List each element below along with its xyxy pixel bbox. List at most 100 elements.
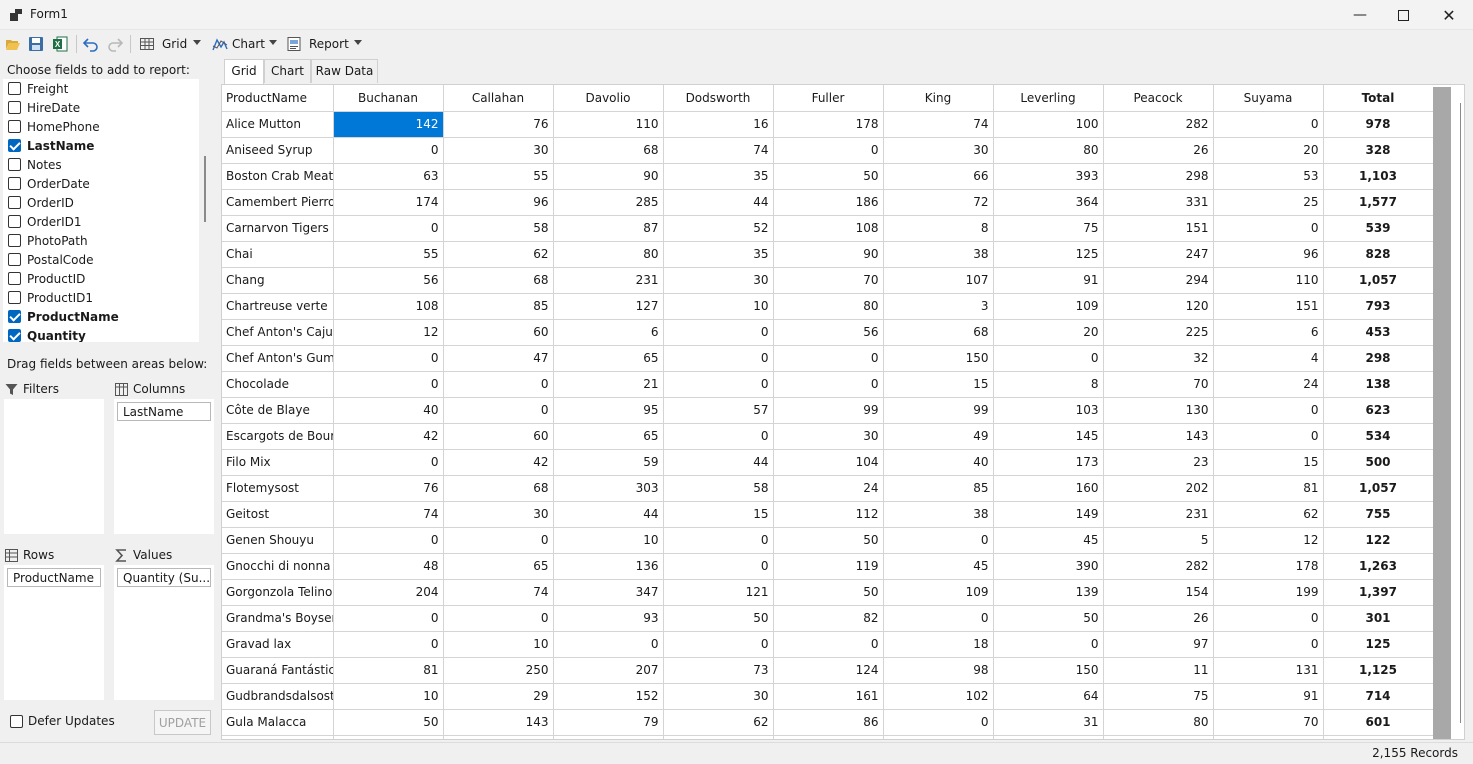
grid-scrollbar-thumb[interactable] bbox=[1433, 87, 1451, 739]
value-cell[interactable]: 26 bbox=[1103, 605, 1214, 632]
row-header-cell[interactable]: Chai bbox=[222, 241, 334, 268]
value-cell[interactable]: 68 bbox=[443, 475, 554, 502]
value-cell[interactable]: 91 bbox=[1213, 683, 1324, 710]
field-item[interactable]: OrderID1 bbox=[3, 212, 193, 231]
value-cell[interactable]: 117 bbox=[773, 735, 884, 739]
value-cell[interactable]: 0 bbox=[333, 371, 444, 398]
value-cell[interactable]: 196 bbox=[553, 735, 664, 739]
value-cell[interactable]: 298 bbox=[1103, 163, 1214, 190]
excel-export-icon[interactable]: X bbox=[52, 36, 68, 52]
column-header[interactable]: Peacock bbox=[1103, 85, 1214, 112]
report-dropdown-icon[interactable] bbox=[354, 40, 362, 45]
grid-menu-label[interactable]: Grid bbox=[162, 37, 187, 51]
total-cell[interactable]: 539 bbox=[1323, 215, 1434, 242]
field-item[interactable]: LastName bbox=[3, 136, 193, 155]
value-cell[interactable]: 62 bbox=[443, 241, 554, 268]
value-cell[interactable]: 4 bbox=[1213, 345, 1324, 372]
value-cell[interactable]: 50 bbox=[773, 163, 884, 190]
value-cell[interactable]: 45 bbox=[993, 527, 1104, 554]
report-menu-label[interactable]: Report bbox=[309, 37, 349, 51]
field-item[interactable]: ProductID bbox=[3, 269, 193, 288]
row-header-cell[interactable]: Carnarvon Tigers bbox=[222, 215, 334, 242]
value-cell[interactable]: 20 bbox=[1213, 137, 1324, 164]
value-cell[interactable]: 161 bbox=[773, 683, 884, 710]
value-cell[interactable]: 65 bbox=[443, 553, 554, 580]
value-cell[interactable]: 30 bbox=[443, 501, 554, 528]
value-cell[interactable]: 0 bbox=[333, 527, 444, 554]
chart-menu-label[interactable]: Chart bbox=[232, 37, 265, 51]
value-cell[interactable]: 0 bbox=[1213, 215, 1324, 242]
value-cell[interactable]: 96 bbox=[1213, 241, 1324, 268]
value-cell[interactable]: 59 bbox=[553, 449, 664, 476]
value-cell[interactable]: 73 bbox=[663, 657, 774, 684]
value-cell[interactable]: 95 bbox=[883, 735, 994, 739]
value-cell[interactable]: 62 bbox=[1213, 501, 1324, 528]
value-cell[interactable]: 47 bbox=[443, 345, 554, 372]
value-cell[interactable]: 108 bbox=[993, 735, 1104, 739]
value-cell[interactable]: 55 bbox=[333, 241, 444, 268]
field-item[interactable]: PhotoPath bbox=[3, 231, 193, 250]
value-cell[interactable]: 130 bbox=[1103, 397, 1214, 424]
value-cell[interactable]: 0 bbox=[993, 345, 1104, 372]
value-cell[interactable]: 93 bbox=[553, 605, 664, 632]
value-cell[interactable]: 0 bbox=[663, 345, 774, 372]
value-cell[interactable]: 282 bbox=[1103, 553, 1214, 580]
field-item[interactable]: HomePhone bbox=[3, 117, 193, 136]
columns-field-chip[interactable]: LastName bbox=[117, 402, 211, 421]
chart-dropdown-icon[interactable] bbox=[269, 40, 277, 45]
value-cell[interactable]: 98 bbox=[883, 657, 994, 684]
value-cell[interactable]: 44 bbox=[663, 449, 774, 476]
value-cell[interactable]: 154 bbox=[1103, 579, 1214, 606]
value-cell[interactable]: 131 bbox=[1213, 657, 1324, 684]
tab-grid[interactable]: Grid bbox=[224, 59, 264, 84]
value-cell[interactable]: 11 bbox=[1103, 657, 1214, 684]
value-cell[interactable]: 139 bbox=[993, 579, 1104, 606]
value-cell[interactable]: 6 bbox=[553, 319, 664, 346]
value-cell[interactable]: 85 bbox=[883, 475, 994, 502]
field-checkbox[interactable] bbox=[8, 253, 21, 266]
value-cell[interactable]: 75 bbox=[1103, 683, 1214, 710]
value-cell[interactable]: 82 bbox=[773, 605, 884, 632]
defer-updates-checkbox[interactable]: Defer Updates bbox=[10, 714, 115, 728]
filters-area[interactable] bbox=[4, 399, 104, 534]
value-cell[interactable]: 0 bbox=[443, 397, 554, 424]
column-header[interactable]: Buchanan bbox=[333, 85, 444, 112]
row-header-cell[interactable]: Gudbrandsdalsost bbox=[222, 683, 334, 710]
value-cell[interactable]: 31 bbox=[993, 709, 1104, 736]
value-cell[interactable]: 0 bbox=[1213, 397, 1324, 424]
column-header[interactable]: King bbox=[883, 85, 994, 112]
value-cell[interactable]: 125 bbox=[993, 241, 1104, 268]
rows-area[interactable]: ProductName bbox=[4, 565, 104, 700]
value-cell[interactable]: 79 bbox=[553, 709, 664, 736]
value-cell[interactable]: 250 bbox=[443, 657, 554, 684]
value-cell[interactable]: 285 bbox=[553, 189, 664, 216]
value-cell[interactable]: 68 bbox=[443, 267, 554, 294]
value-cell[interactable]: 35 bbox=[663, 163, 774, 190]
value-cell[interactable]: 393 bbox=[993, 163, 1104, 190]
field-checkbox[interactable] bbox=[8, 234, 21, 247]
total-cell[interactable]: 453 bbox=[1323, 319, 1434, 346]
value-cell[interactable]: 30 bbox=[663, 267, 774, 294]
value-cell[interactable]: 149 bbox=[993, 501, 1104, 528]
value-cell[interactable]: 85 bbox=[443, 293, 554, 320]
report-icon[interactable] bbox=[286, 36, 302, 52]
tab-raw-data[interactable]: Raw Data bbox=[311, 59, 378, 83]
value-cell[interactable]: 58 bbox=[443, 215, 554, 242]
total-cell[interactable]: 125 bbox=[1323, 631, 1434, 658]
value-cell[interactable]: 80 bbox=[1103, 709, 1214, 736]
value-cell[interactable]: 76 bbox=[333, 475, 444, 502]
value-cell[interactable]: 0 bbox=[883, 605, 994, 632]
value-cell[interactable]: 364 bbox=[993, 189, 1104, 216]
value-cell[interactable]: 25 bbox=[1213, 189, 1324, 216]
total-cell[interactable]: 500 bbox=[1323, 449, 1434, 476]
value-cell[interactable]: 158 bbox=[1103, 735, 1214, 739]
value-cell[interactable]: 86 bbox=[773, 709, 884, 736]
total-cell[interactable]: 1,057 bbox=[1323, 475, 1434, 502]
value-cell[interactable]: 30 bbox=[443, 137, 554, 164]
value-cell[interactable]: 0 bbox=[333, 137, 444, 164]
value-cell[interactable]: 55 bbox=[443, 163, 554, 190]
value-cell[interactable]: 124 bbox=[773, 657, 884, 684]
total-cell[interactable]: 138 bbox=[1323, 371, 1434, 398]
field-item[interactable]: Notes bbox=[3, 155, 193, 174]
total-cell[interactable]: 1,397 bbox=[1323, 579, 1434, 606]
